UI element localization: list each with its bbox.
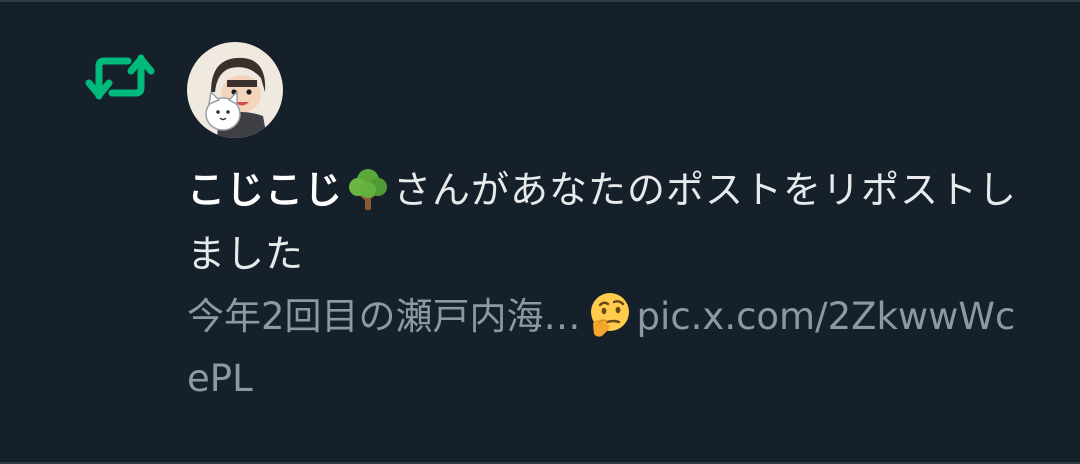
notification-headline: こじこじ さんがあなたのポストをリポストしました — [187, 158, 1037, 286]
repost-icon — [85, 54, 155, 100]
tree-emoji-icon — [349, 169, 388, 210]
username[interactable]: こじこじ — [187, 168, 343, 212]
user-avatar[interactable] — [187, 42, 283, 138]
notification-body: こじこじ さんがあなたのポストをリポストしました 今年2回目の瀬戸内海… pic.x… — [187, 158, 1037, 410]
post-preview[interactable]: 今年2回目の瀬戸内海… pic.x.com/2ZkwwWcePL — [187, 286, 1037, 410]
thinking-face-emoji-icon — [590, 293, 629, 337]
post-preview-text: 今年2回目の瀬戸内海… — [187, 295, 581, 338]
repost-notification[interactable]: こじこじ さんがあなたのポストをリポストしました 今年2回目の瀬戸内海… pic.x… — [0, 0, 1080, 464]
